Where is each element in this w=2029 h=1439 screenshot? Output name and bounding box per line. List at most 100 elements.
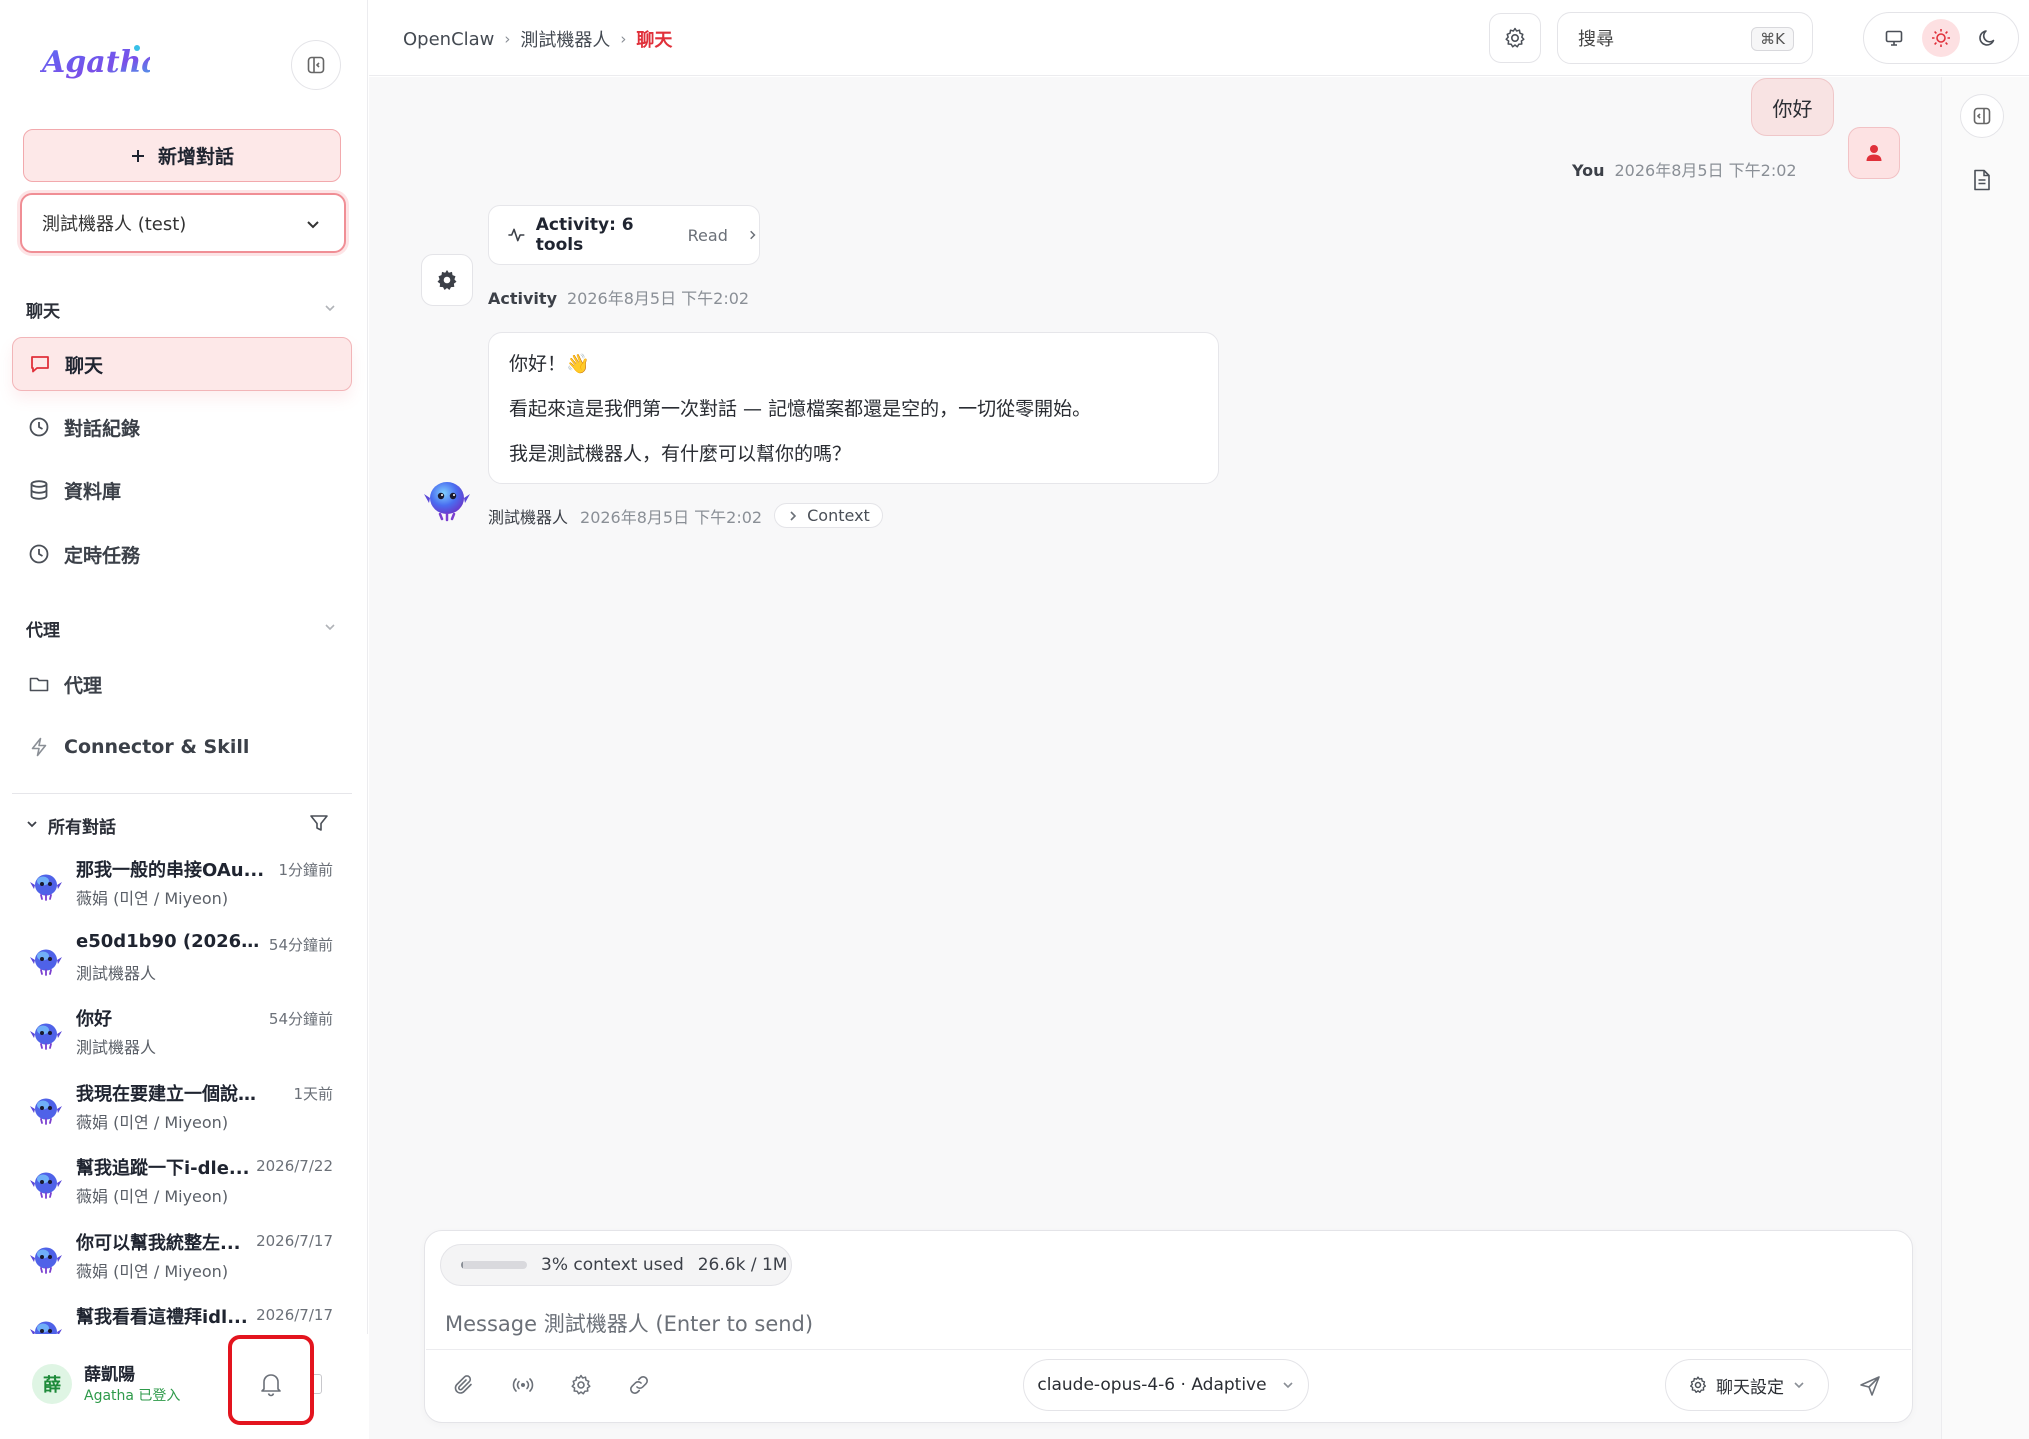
user-message-bubble: 你好 [1751, 78, 1834, 136]
context-toggle[interactable]: Context [774, 503, 883, 528]
sidebar-item-chat[interactable]: 聊天 [12, 337, 352, 391]
agent-select-value: 測試機器人 (test) [42, 214, 187, 235]
conversation-agent: 測試機器人 [76, 1038, 157, 1057]
sun-icon [1931, 29, 1950, 47]
sidebar-panel-icon [307, 56, 325, 74]
chevron-down-icon[interactable] [24, 816, 40, 832]
person-icon [1866, 145, 1882, 161]
model-select-value: claude-opus-4-6 · Adaptive [1037, 1375, 1267, 1395]
bot-avatar [420, 470, 474, 524]
conversation-agent: 薇娟 (미연 / Miyeon) [76, 889, 229, 908]
section-agent-label: 代理 [26, 621, 60, 641]
activity-label: Activity: 6 tools [535, 215, 634, 255]
conversation-time: 1分鐘前 [278, 861, 333, 879]
new-chat-label: 新增對話 [157, 146, 234, 168]
sidebar-item-label: 資料庫 [64, 480, 122, 503]
chat-settings-button[interactable]: 聊天設定 [1665, 1359, 1829, 1411]
sidebar-item-label: Connector & Skill [64, 736, 250, 758]
sidebar-item-database[interactable]: 資料庫 [12, 463, 352, 517]
breadcrumb: OpenClaw › 測試機器人 › 聊天 [403, 26, 672, 52]
bot-message-line: 我是測試機器人，有什麼可以幫你的嗎？ [509, 443, 852, 465]
bot-message-meta: 測試機器人 2026年8月5日 下午2:02 Context [488, 503, 883, 528]
conversation-time: 2026/7/22 [256, 1157, 333, 1175]
conversation-item[interactable]: 我現在要建立一個說明... 1天前 薇娟 (미연 / Miyeon) [28, 1080, 333, 1144]
bot-mascot-icon [30, 874, 62, 901]
bot-message-line: 看起來這是我們第一次對話 — 記憶檔案都還是空的，一切從零開始。 [509, 398, 1092, 420]
theme-system-button[interactable] [1875, 19, 1913, 57]
chevron-down-icon[interactable] [322, 619, 338, 635]
gear-icon [437, 270, 457, 290]
conversation-title: 你好 [76, 1009, 112, 1030]
conversation-item[interactable]: 那我一般的串接OAu... 1分鐘前 薇娟 (미연 / Miyeon) [28, 856, 333, 920]
conversation-title: 我現在要建立一個說明... [76, 1083, 266, 1105]
context-progress-bar [461, 1261, 527, 1269]
gear-icon [1690, 1376, 1706, 1393]
document-button[interactable] [1960, 158, 2004, 202]
chat-settings-label: 聊天設定 [1716, 1377, 1784, 1398]
activity-meta: Activity 2026年8月5日 下午2:02 [488, 285, 749, 309]
section-chat-label: 聊天 [26, 302, 60, 322]
chevron-right-icon [750, 230, 756, 240]
breadcrumb-item-current: 聊天 [636, 30, 673, 51]
agent-select[interactable]: 測試機器人 (test) [20, 193, 346, 253]
agatha-logo[interactable]: Agatha [40, 36, 150, 88]
bot-message-bubble: 你好！👋 看起來這是我們第一次對話 — 記憶檔案都還是空的，一切從零開始。 我是… [488, 332, 1219, 484]
context-tokens: 26.6k / 1M [697, 1255, 788, 1275]
theme-dark-button[interactable] [1969, 19, 2007, 57]
bot-mascot-icon [30, 1023, 62, 1050]
bot-mascot-icon [30, 1247, 62, 1274]
bot-mascot-icon [30, 949, 62, 976]
collapse-sidebar-button[interactable] [291, 40, 341, 90]
attach-button[interactable] [449, 1370, 479, 1400]
conversation-item[interactable]: 你可以幫我統整左... 2026/7/17 薇娟 (미연 / Miyeon) [28, 1229, 333, 1293]
top-header: OpenClaw › 測試機器人 › 聊天 搜尋 ⌘K [369, 0, 2029, 76]
context-progress-fill [461, 1261, 463, 1269]
model-select[interactable]: claude-opus-4-6 · Adaptive [1023, 1359, 1309, 1411]
context-used-text: 3% context used [541, 1255, 684, 1275]
new-chat-button[interactable]: 新增對話 [23, 129, 341, 182]
chevron-down-icon [307, 221, 319, 229]
all-conversations-label: 所有對話 [48, 818, 116, 838]
message-time: 2026年8月5日 下午2:02 [1614, 161, 1797, 180]
activity-card[interactable]: Activity: 6 tools Read [488, 205, 760, 265]
gear-icon [1505, 27, 1525, 48]
conversation-title: e50d1b90 (2026-08... [76, 930, 266, 952]
send-icon [1860, 1376, 1880, 1396]
conversation-item[interactable]: 幫我追蹤一下i-dle... 2026/7/22 薇娟 (미연 / Miyeon) [28, 1154, 333, 1218]
toggle-right-panel-button[interactable] [1960, 94, 2004, 138]
conversation-item[interactable]: e50d1b90 (2026-08...54分鐘前測試機器人 [28, 931, 333, 995]
message-input[interactable]: Message 測試機器人 (Enter to send) [445, 1308, 813, 1338]
chevron-right-icon [790, 510, 797, 521]
chevron-down-icon[interactable] [322, 300, 338, 316]
conversation-agent: 薇娟 (미연 / Miyeon) [76, 1187, 229, 1206]
paperclip-icon [454, 1375, 472, 1394]
sidebar-item-scheduled-tasks[interactable]: 定時任務 [12, 527, 352, 581]
filter-icon[interactable] [308, 812, 330, 834]
link-button[interactable] [624, 1370, 654, 1400]
theme-light-button[interactable] [1921, 19, 1960, 57]
send-button[interactable] [1851, 1367, 1889, 1405]
bot-message-line: 你好！👋 [509, 353, 590, 375]
context-usage-indicator[interactable]: 3% context used 26.6k / 1M [440, 1244, 792, 1286]
clock-icon [29, 544, 49, 564]
user-status: Agatha 已登入 [84, 1388, 181, 1404]
sidebar-item-history[interactable]: 對話紀錄 [12, 400, 352, 454]
sidebar-item-connector-skill[interactable]: Connector & Skill [12, 720, 352, 774]
conversation-time: 54分鐘前 [268, 1010, 333, 1028]
sidebar-divider [12, 793, 352, 794]
conversation-title: 你可以幫我統整左... [76, 1232, 241, 1254]
breadcrumb-item-bot[interactable]: 測試機器人 [520, 26, 610, 52]
settings-button[interactable] [1489, 13, 1541, 63]
conversation-item[interactable]: 你好 54分鐘前測試機器人 [28, 1005, 333, 1069]
sidebar-panel-icon [1973, 107, 1991, 125]
chevron-down-icon [1282, 1382, 1293, 1389]
conversation-time: 2026/7/17 [256, 1231, 333, 1250]
tools-settings-button[interactable] [566, 1370, 596, 1400]
moon-icon [1979, 30, 1995, 46]
search-input[interactable]: 搜尋 ⌘K [1557, 12, 1813, 64]
sidebar-item-agent[interactable]: 代理 [12, 657, 352, 711]
broadcast-button[interactable] [508, 1370, 538, 1400]
avatar[interactable]: 薛 [32, 1364, 72, 1404]
breadcrumb-item-openclaw[interactable]: OpenClaw [403, 29, 494, 50]
context-label: Context [807, 506, 870, 525]
